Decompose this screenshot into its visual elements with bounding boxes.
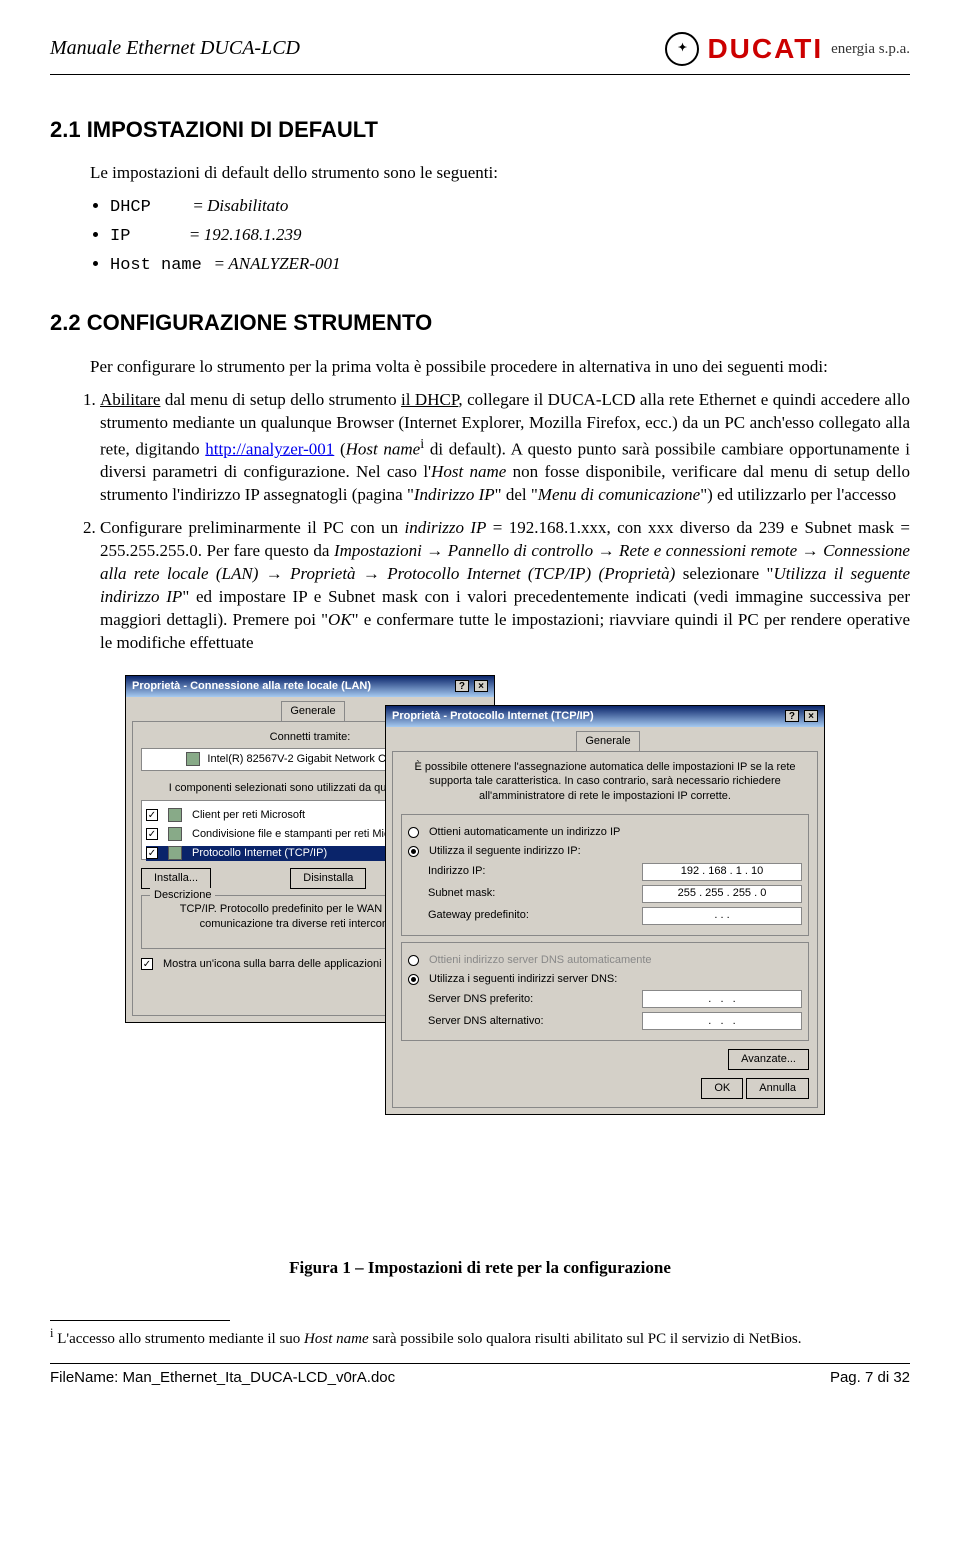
dns1-label: Server DNS preferito: (428, 992, 533, 1007)
close-icon[interactable]: × (474, 680, 488, 692)
mask-input[interactable]: 255 . 255 . 255 . 0 (642, 885, 802, 903)
ip-label: Indirizzo IP: (428, 864, 485, 879)
show-icon-label: Mostra un'icona sulla barra delle applic… (163, 957, 421, 972)
defaults-list: DHCP = Disabilitato IP = 192.168.1.239 H… (110, 195, 910, 278)
footnote-separator (50, 1320, 230, 1321)
radio-auto-dns (408, 955, 419, 966)
install-button[interactable]: Installa... (141, 868, 211, 889)
val-dhcp: Disabilitato (207, 196, 288, 215)
cancel-button[interactable]: Annulla (746, 1078, 809, 1099)
analyzer-link[interactable]: http://analyzer-001 (205, 439, 334, 458)
step1-dhcp: il DHCP (401, 390, 458, 409)
doc-title: Manuale Ethernet DUCA-LCD (50, 35, 300, 62)
dns1-input[interactable]: . . . (642, 990, 802, 1008)
dns2-label: Server DNS alternativo: (428, 1014, 544, 1029)
eq: = (193, 196, 207, 215)
dns2-input[interactable]: . . . (642, 1012, 802, 1030)
gw-label: Gateway predefinito: (428, 908, 529, 923)
checkbox-icon[interactable]: ✓ (146, 847, 158, 859)
ok-button[interactable]: OK (701, 1078, 743, 1099)
step-2: Configurare preliminarmente il PC con un… (100, 517, 910, 655)
nic-icon (186, 752, 200, 766)
figure-1: Proprietà - Connessione alla rete locale… (50, 675, 910, 1280)
help-icon[interactable]: ? (455, 680, 469, 692)
radio-manual-dns[interactable] (408, 974, 419, 985)
tcpip-icon (168, 846, 182, 860)
section-2-1-heading: 2.1 IMPOSTAZIONI DI DEFAULT (50, 115, 910, 145)
config-steps: Abilitare dal menu di setup dello strume… (100, 389, 910, 655)
eq: = (215, 254, 229, 273)
radio-auto-ip[interactable] (408, 827, 419, 838)
gw-input[interactable]: . . . (642, 907, 802, 925)
key-hostname: Host name (110, 256, 202, 275)
sec21-intro: Le impostazioni di default dello strumen… (90, 162, 910, 185)
page-header: Manuale Ethernet DUCA-LCD ✦ DUCATI energ… (50, 30, 910, 75)
dlg2-tab-general[interactable]: Generale (576, 731, 639, 751)
uninstall-button[interactable]: Disinstalla (290, 868, 366, 889)
brand-logo: ✦ DUCATI energia s.p.a. (665, 30, 910, 68)
desc-legend: Descrizione (150, 888, 215, 903)
footer-page: Pag. 7 di 32 (830, 1368, 910, 1388)
footnote: i L'accesso allo strumento mediante il s… (50, 1325, 910, 1349)
tcpip-properties-dialog: Proprietà - Protocollo Internet (TCP/IP)… (385, 705, 825, 1115)
advanced-button[interactable]: Avanzate... (728, 1049, 809, 1070)
val-hostname: ANALYZER-001 (228, 254, 340, 273)
default-ip: IP = 192.168.1.239 (110, 224, 910, 249)
dlg1-tab-general[interactable]: Generale (281, 701, 344, 721)
checkbox-icon[interactable]: ✓ (141, 958, 153, 970)
step-1: Abilitare dal menu di setup dello strume… (100, 389, 910, 507)
mask-label: Subnet mask: (428, 886, 495, 901)
ip-input[interactable]: 192 . 168 . 1 . 10 (642, 863, 802, 881)
eq: = (190, 225, 204, 244)
radio-manual-ip[interactable] (408, 846, 419, 857)
client-icon (168, 808, 182, 822)
figure-caption: Figura 1 – Impostazioni di rete per la c… (50, 1257, 910, 1280)
val-ip: 192.168.1.239 (204, 225, 302, 244)
share-icon (168, 827, 182, 841)
dlg2-info: È possibile ottenere l'assegnazione auto… (401, 760, 809, 805)
footer-filename: FileName: Man_Ethernet_Ita_DUCA-LCD_v0rA… (50, 1368, 395, 1388)
close-icon[interactable]: × (804, 710, 818, 722)
ducati-roundel-icon: ✦ (665, 32, 699, 66)
dlg1-title: Proprietà - Connessione alla rete locale… (132, 679, 371, 694)
brand-subtext: energia s.p.a. (831, 39, 910, 59)
dlg2-title: Proprietà - Protocollo Internet (TCP/IP) (392, 709, 594, 724)
key-dhcp: DHCP (110, 198, 151, 217)
key-ip: IP (110, 227, 130, 246)
section-2-2-heading: 2.2 CONFIGURAZIONE STRUMENTO (50, 308, 910, 338)
default-dhcp: DHCP = Disabilitato (110, 195, 910, 220)
step1-hostname: Host name (346, 439, 421, 458)
brand-text: DUCATI (707, 30, 823, 68)
checkbox-icon[interactable]: ✓ (146, 809, 158, 821)
default-hostname: Host name = ANALYZER-001 (110, 253, 910, 278)
step1-abilitare: Abilitare (100, 390, 160, 409)
checkbox-icon[interactable]: ✓ (146, 828, 158, 840)
dlg1-titlebar: Proprietà - Connessione alla rete locale… (126, 676, 494, 697)
dlg2-titlebar: Proprietà - Protocollo Internet (TCP/IP)… (386, 706, 824, 727)
sec22-intro: Per configurare lo strumento per la prim… (50, 356, 910, 379)
page-footer: FileName: Man_Ethernet_Ita_DUCA-LCD_v0rA… (50, 1363, 910, 1388)
help-icon[interactable]: ? (785, 710, 799, 722)
